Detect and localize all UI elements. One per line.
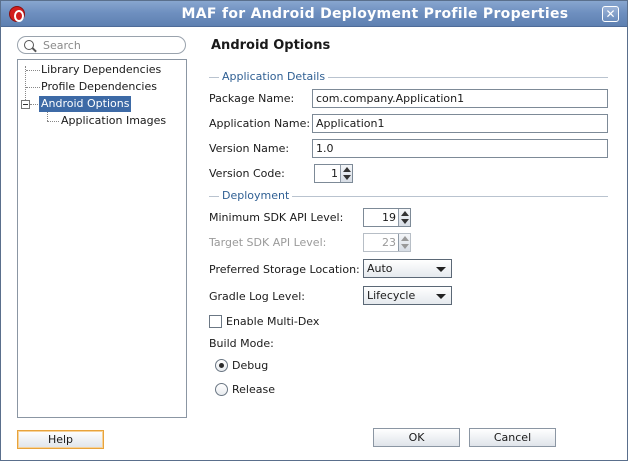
tree-item-android-options[interactable]: Android Options: [39, 96, 132, 112]
gradle-log-select[interactable]: Lifecycle: [363, 286, 452, 305]
tree-connector: [26, 87, 40, 88]
search-placeholder: Search: [43, 39, 81, 52]
arrow-down-icon[interactable]: [401, 219, 409, 224]
multidex-checkbox[interactable]: [209, 315, 222, 328]
tree-item-profile-dependencies[interactable]: Profile Dependencies: [41, 79, 157, 95]
arrow-down-icon[interactable]: [343, 175, 351, 180]
target-sdk-label: Target SDK API Level:: [209, 236, 327, 249]
window-title: MAF for Android Deployment Profile Prope…: [181, 6, 569, 22]
build-mode-label: Build Mode:: [209, 337, 274, 350]
multidex-label[interactable]: Enable Multi-Dex: [226, 315, 319, 328]
search-input[interactable]: Search: [17, 36, 186, 54]
application-details-section: Application Details: [209, 70, 608, 84]
search-icon: [24, 40, 34, 50]
application-name-field[interactable]: Application1: [312, 114, 608, 133]
close-icon[interactable]: ✕: [602, 6, 619, 22]
deployment-section: Deployment: [209, 189, 608, 203]
target-sdk-stepper: 23: [363, 233, 411, 252]
stepper-arrows[interactable]: [340, 165, 352, 182]
collapse-icon[interactable]: [21, 100, 30, 109]
version-name-label: Version Name:: [209, 142, 290, 155]
min-sdk-label: Minimum SDK API Level:: [209, 211, 344, 224]
arrow-up-icon[interactable]: [401, 211, 409, 216]
chevron-down-icon: [436, 294, 446, 299]
title-bar[interactable]: MAF for Android Deployment Profile Prope…: [1, 1, 627, 27]
page-title: Android Options: [211, 38, 331, 53]
release-radio[interactable]: [215, 383, 228, 396]
package-name-label: Package Name:: [209, 92, 295, 105]
stepper-arrows[interactable]: [398, 209, 410, 226]
tree-item-application-images[interactable]: Application Images: [61, 113, 166, 129]
debug-radio-label[interactable]: Debug: [232, 359, 268, 372]
application-name-label: Application Name:: [209, 117, 311, 130]
storage-location-select[interactable]: Auto: [363, 259, 452, 278]
dialog-window: MAF for Android Deployment Profile Prope…: [0, 0, 628, 461]
min-sdk-stepper[interactable]: 19: [363, 208, 411, 227]
gradle-log-value: Lifecycle: [367, 289, 416, 302]
tree-connector: [47, 121, 59, 122]
version-name-field[interactable]: 1.0: [312, 139, 608, 158]
version-code-stepper[interactable]: 1: [314, 164, 353, 183]
arrow-up-icon[interactable]: [343, 167, 351, 172]
arrow-up-icon: [401, 236, 409, 241]
tree-connector: [26, 70, 40, 71]
arrow-down-icon: [401, 244, 409, 249]
gradle-log-label: Gradle Log Level:: [209, 290, 305, 303]
section-label: Application Details: [219, 70, 329, 83]
release-radio-label[interactable]: Release: [232, 383, 275, 396]
min-sdk-value: 19: [382, 211, 396, 224]
help-button[interactable]: Help: [17, 430, 104, 449]
ok-button[interactable]: OK: [373, 428, 460, 447]
stepper-arrows: [398, 234, 410, 251]
cancel-button[interactable]: Cancel: [469, 428, 556, 447]
target-sdk-value: 23: [382, 236, 396, 249]
navigation-tree: Library Dependencies Profile Dependencie…: [17, 59, 187, 418]
version-code-value: 1: [331, 167, 338, 180]
tree-item-library-dependencies[interactable]: Library Dependencies: [41, 62, 161, 78]
storage-location-label: Preferred Storage Location:: [209, 263, 360, 276]
section-label: Deployment: [219, 189, 293, 202]
version-code-label: Version Code:: [209, 167, 285, 180]
package-name-field[interactable]: com.company.Application1: [312, 89, 608, 108]
storage-location-value: Auto: [367, 262, 393, 275]
chevron-down-icon: [436, 267, 446, 272]
debug-radio[interactable]: [215, 359, 228, 372]
